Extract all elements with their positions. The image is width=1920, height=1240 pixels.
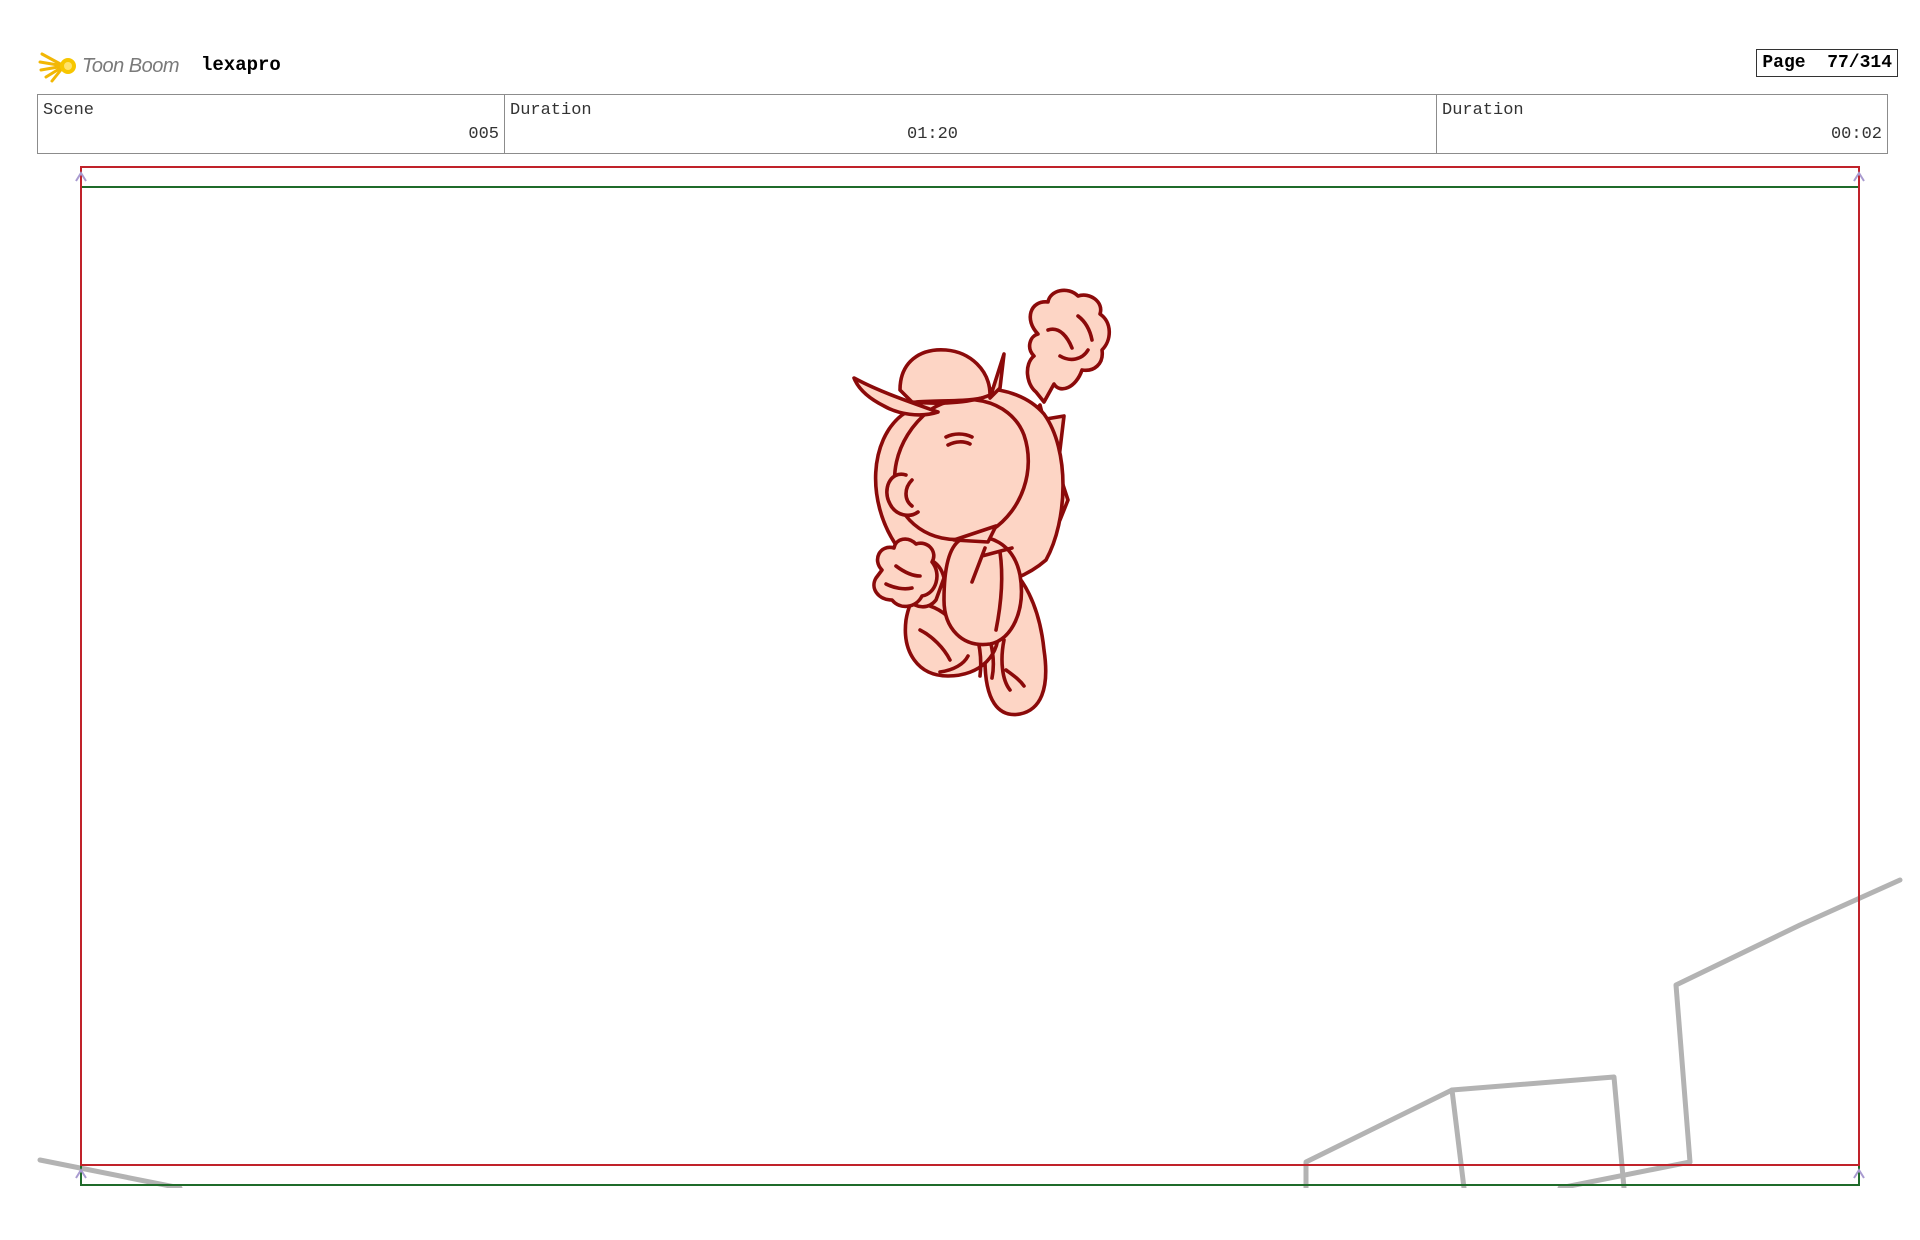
camera-frame (80, 186, 1860, 1186)
jumping-character (852, 288, 1112, 717)
box-edge (1449, 1087, 1467, 1188)
raised-fist (1025, 288, 1112, 404)
frame-guides (75, 166, 1865, 1186)
wall-outline (1557, 877, 1903, 1188)
box-outline (1303, 1074, 1627, 1188)
cap-crown (898, 348, 992, 405)
storyboard-panel (37, 166, 1903, 1188)
frame-corner-markers (75, 171, 1865, 1179)
background-sketch (37, 877, 1903, 1188)
